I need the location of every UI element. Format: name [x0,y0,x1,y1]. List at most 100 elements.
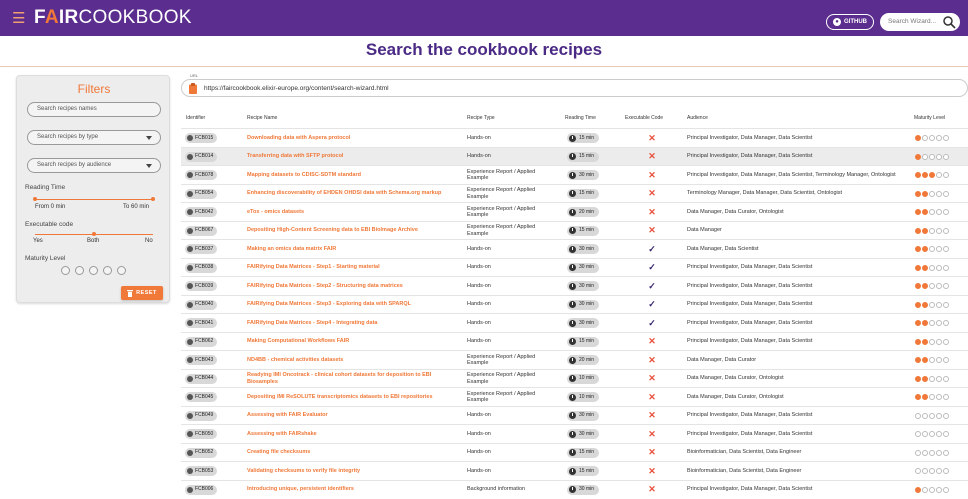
identifier-badge[interactable]: FCB042 [185,207,218,217]
column-header-maturity-level[interactable]: Maturity Level [914,115,945,121]
executable-code-cell: ✓ [647,314,657,332]
identifier-badge[interactable]: FCB054 [185,188,218,199]
reading-time-min-handle[interactable] [33,197,37,201]
table-row[interactable]: FCB041 FAIRifying Data Matrices - Step4 -… [181,313,968,331]
recipe-link[interactable]: Depositing IMI ReSOLUTE transcriptomics … [247,394,433,401]
table-row[interactable]: FCB042 eTox - omics datasets Experience Re… [181,202,968,220]
maturity-cell [915,481,949,499]
recipe-link[interactable]: Depositing High-Content Screening data t… [247,227,418,234]
github-button[interactable]: ● GITHUB [826,14,874,30]
identifier-badge[interactable]: FCB052 [185,447,218,458]
table-row[interactable]: FCB054 Enhancing discoverability of EHDEN… [181,183,968,202]
maturity-level-indicator [915,153,949,160]
identifier-badge[interactable]: FCB044 [185,373,218,384]
column-header-audience[interactable]: Audience [687,115,708,121]
table-row[interactable]: FCB014 Transferring data with SFTP protoc… [181,146,968,165]
maturity-dot [915,449,921,456]
identifier-badge[interactable]: FCB050 [185,429,218,439]
identifier-badge[interactable]: FCB037 [185,244,218,254]
recipe-link[interactable]: Validating checksums to verify file inte… [247,468,360,475]
recipe-link[interactable]: Readying IMI Oncotrack - clinical cohort… [247,372,459,385]
recipe-type-cell: Hands-on [467,245,491,252]
executable-handle[interactable] [92,232,96,236]
maturity-dot [922,449,928,456]
audience-select[interactable]: Search recipes by audience [27,158,161,173]
reset-button[interactable]: RESET [121,286,163,300]
recipe-link[interactable]: Downloading data with Aspera protocol [247,135,350,142]
clipboard-icon[interactable] [189,83,197,94]
table-row[interactable]: FCB049 Assessing with FAIR Evaluator Hands… [181,405,968,424]
recipe-link[interactable]: Assessing with FAIR Evaluator [247,412,328,419]
recipe-link[interactable]: ND4BB - chemical activities datasets [247,357,343,364]
identifier-badge[interactable]: FCB015 [185,133,218,143]
table-row[interactable]: FCB015 Downloading data with Aspera proto… [181,128,968,146]
identifier-badge[interactable]: FCB014 [185,151,218,162]
url-field[interactable]: https://faircookbook.elixir-europe.org/c… [181,79,968,97]
recipe-link[interactable]: Assessing with FAIRshake [247,431,317,438]
cross-icon: ✕ [648,373,656,384]
table-row[interactable]: FCB053 Validating checksums to verify fil… [181,461,968,479]
table-row[interactable]: FCB045 Depositing IMI ReSOLUTE transcript… [181,387,968,405]
column-header-recipe-type[interactable]: Recipe Type [467,115,495,121]
reading-time-max-handle[interactable] [151,197,155,201]
maturity-dot [915,486,921,493]
search-icon[interactable] [942,15,956,29]
maturity-option[interactable] [75,266,84,275]
recipe-link[interactable]: Introducing unique, persistent identifie… [247,486,354,493]
identifier-badge[interactable]: FCB062 [185,336,218,347]
identifier-badge[interactable]: FCB053 [185,466,218,476]
maturity-level-indicator [915,357,949,363]
recipe-type-select[interactable]: Search recipes by type [27,130,161,145]
maturity-option[interactable] [61,266,70,275]
recipe-link[interactable]: FAIRifying Data Matrices - Step4 - Integ… [247,320,378,327]
check-icon: ✓ [648,299,656,310]
recipe-link[interactable]: eTox - omics datasets [247,209,304,216]
maturity-option[interactable] [89,266,98,275]
recipe-link[interactable]: Mapping datasets to CDISC-SDTM standard [247,172,361,179]
identifier-badge[interactable]: FCB045 [185,392,218,402]
recipe-link[interactable]: FAIRifying Data Matrices - Step3 - Explo… [247,301,411,308]
maturity-cell [915,129,949,147]
table-row[interactable]: FCB039 FAIRifying Data Matrices - Step2 -… [181,276,968,294]
identifier-badge[interactable]: FCB041 [185,318,218,328]
table-row[interactable]: FCB037 Making an omics data matrix FAIR Ha… [181,239,968,257]
table-row[interactable]: FCB040 FAIRifying Data Matrices - Step3 -… [181,294,968,313]
identifier-badge[interactable]: FCB067 [185,225,218,236]
recipe-link[interactable]: Enhancing discoverability of EHDEN OHDSI… [247,190,441,197]
reading-time-cell: 30 min [567,240,600,258]
identifier-badge[interactable]: FCB043 [185,355,218,365]
column-header-recipe-name[interactable]: Recipe Name [247,115,277,121]
recipe-link[interactable]: Creating file checksums [247,449,310,456]
column-header-identifier[interactable]: Identifier [186,115,205,121]
table-row[interactable]: FCB044 Readying IMI Oncotrack - clinical … [181,368,968,387]
identifier-badge[interactable]: FCB039 [185,281,218,291]
reading-time-track[interactable] [35,199,153,200]
table-row[interactable]: FCB006 Introducing unique, persistent ide… [181,479,968,499]
table-row[interactable]: FCB050 Assessing with FAIRshake Hands-on 30… [181,424,968,442]
recipe-link[interactable]: Transferring data with SFTP protocol [247,153,343,160]
recipe-link[interactable]: Making an omics data matrix FAIR [247,246,336,253]
column-header-reading-time[interactable]: Reading Time [565,115,596,121]
recipe-link[interactable]: FAIRifying Data Matrices - Step2 - Struc… [247,283,403,290]
recipe-link[interactable]: Making Computational Workflows FAIR [247,338,349,345]
search-names-input[interactable]: Search recipes names [27,102,161,117]
identifier-badge[interactable]: FCB006 [185,484,218,495]
logo[interactable]: FAIR COOKBOOK [34,7,192,29]
table-row[interactable]: FCB078 Mapping datasets to CDISC-SDTM sta… [181,165,968,183]
table-row[interactable]: FCB062 Making Computational Workflows FAI… [181,331,968,350]
table-row[interactable]: FCB043 ND4BB - chemical activities datase… [181,350,968,368]
maturity-dot [943,301,949,308]
table-row[interactable]: FCB067 Depositing High-Content Screening … [181,220,968,239]
table-row[interactable]: FCB038 FAIRifying Data Matrices - Step1 -… [181,257,968,276]
maturity-option[interactable] [117,266,126,275]
identifier-badge[interactable]: FCB078 [185,170,218,180]
identifier-badge[interactable]: FCB040 [185,299,218,310]
identifier-badge[interactable]: FCB038 [185,262,218,273]
maturity-option[interactable] [103,266,112,275]
recipe-link[interactable]: FAIRifying Data Matrices - Step1 - Start… [247,264,380,271]
menu-icon[interactable]: ☰ [12,9,26,27]
clock-icon [569,227,576,234]
identifier-badge[interactable]: FCB049 [185,410,218,421]
table-row[interactable]: FCB052 Creating file checksums Hands-on 15 … [181,442,968,461]
column-header-executable-code[interactable]: Executable Code [625,115,663,121]
